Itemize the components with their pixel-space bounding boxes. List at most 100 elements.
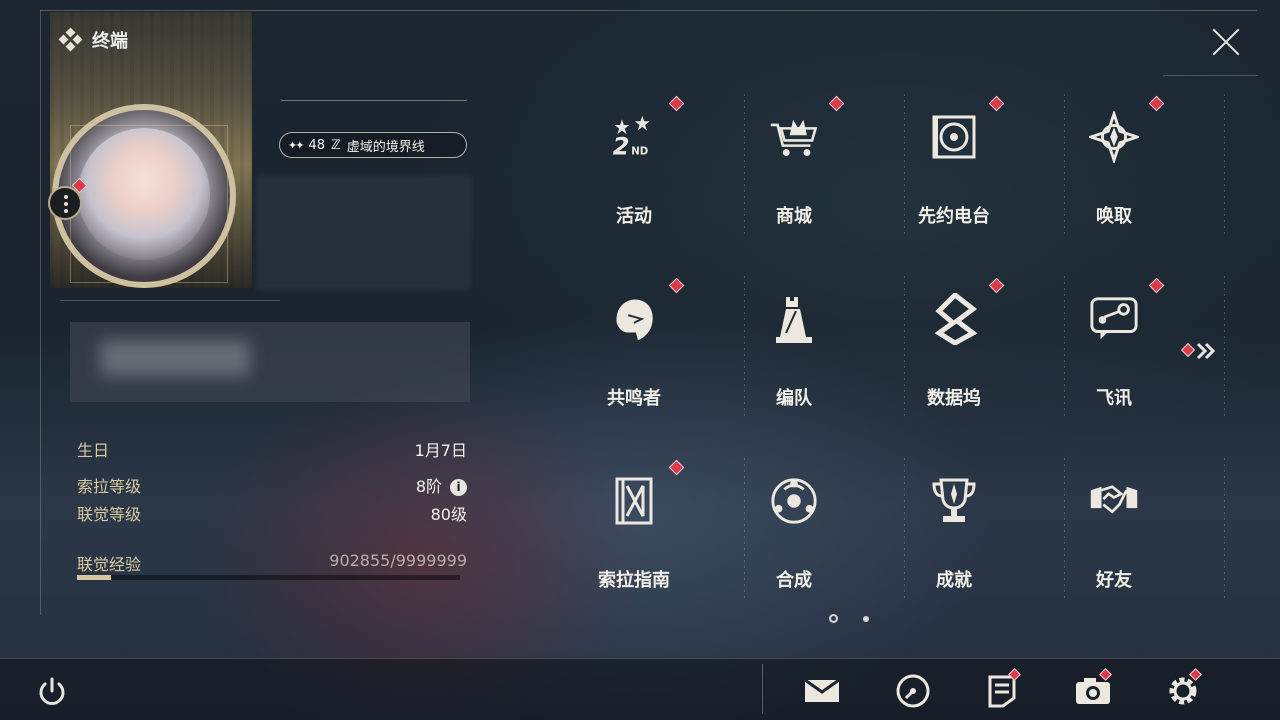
birthday-value: 1月7日 <box>414 441 467 460</box>
synthesis-icon <box>769 476 819 526</box>
menu-item-label: 合成 <box>776 570 812 591</box>
camera-icon[interactable] <box>1073 668 1113 710</box>
settings-gear-icon[interactable] <box>1163 668 1203 710</box>
menu-item-label: 编队 <box>776 388 812 409</box>
bottom-bar-separator <box>762 664 763 714</box>
close-icon[interactable] <box>1208 24 1244 60</box>
blurred-signature-area <box>70 322 470 402</box>
page-indicator <box>829 614 869 623</box>
convene-compass-icon <box>1089 111 1139 163</box>
union-level-row: 联觉等级 80级 <box>77 501 467 525</box>
more-options-button[interactable] <box>48 186 82 220</box>
alert-dot <box>668 459 685 476</box>
grid-divider <box>1064 458 1065 598</box>
double-chevron-right-icon <box>1196 342 1216 360</box>
grid-divider <box>904 276 905 416</box>
alert-dot <box>668 277 685 294</box>
menu-item-label: 索拉指南 <box>598 570 670 591</box>
alert-dot <box>988 95 1005 112</box>
notes-icon[interactable] <box>982 668 1022 710</box>
shop-crown-cart-icon <box>769 112 819 162</box>
union-level-value: 80级 <box>430 505 467 524</box>
menu-item-event-2nd[interactable]: 2 ND 活动 <box>554 92 714 274</box>
alert-dot <box>1148 95 1165 112</box>
team-chess-icon <box>769 294 819 344</box>
alert-dot <box>828 95 845 112</box>
frame-top-line <box>40 10 1257 11</box>
menu-item-radio[interactable]: 先约电台 <box>874 92 1034 274</box>
menu-grid: 2 ND 活动 商城 先约电台 唤取共鸣者 编队 数据坞 飞讯索拉指南 合成 成就 好友 <box>554 92 1225 612</box>
sparkle-icon: ✦✦ <box>288 138 305 152</box>
page-dot-1[interactable] <box>829 614 838 623</box>
event-2nd-icon: 2 ND <box>609 112 659 162</box>
radio-icon <box>929 112 979 162</box>
menu-item-shop-crown-cart[interactable]: 商城 <box>714 92 874 274</box>
sola-level-value: 8阶 <box>415 477 442 496</box>
menu-item-guide-book[interactable]: 索拉指南 <box>554 456 714 638</box>
menu-item-label: 数据坞 <box>927 388 981 409</box>
window-title: 终端 <box>58 27 128 53</box>
menu-item-convene-compass[interactable]: 唤取 <box>1034 92 1194 274</box>
menu-item-team-chess[interactable]: 编队 <box>714 274 874 456</box>
mail-icon[interactable] <box>802 672 842 710</box>
level-badge-value: 48 <box>308 137 325 153</box>
page-dot-2[interactable] <box>863 615 869 622</box>
sola-level-row: 索拉等级 8阶 i <box>77 473 467 497</box>
menu-item-message-bubble[interactable]: 飞讯 <box>1034 274 1194 456</box>
alert-dot <box>988 277 1005 294</box>
grid-divider <box>904 458 905 598</box>
grid-divider <box>744 94 745 234</box>
data-bank-icon <box>929 293 979 345</box>
union-exp-fill <box>77 575 112 580</box>
union-exp-label: 联觉经验 <box>77 555 142 574</box>
blurred-name-area <box>256 175 471 290</box>
menu-item-trophy[interactable]: 成就 <box>874 456 1034 638</box>
menu-item-resonator-head[interactable]: 共鸣者 <box>554 274 714 456</box>
power-icon[interactable] <box>34 674 70 710</box>
grid-divider <box>1064 94 1065 234</box>
terminal-diamond-icon <box>58 27 83 52</box>
trophy-icon <box>929 476 979 526</box>
frame-left-line <box>40 10 41 615</box>
grid-divider <box>744 458 745 598</box>
grid-divider <box>1224 276 1225 416</box>
menu-item-label: 飞讯 <box>1096 388 1132 409</box>
grid-divider <box>744 276 745 416</box>
sola-level-label: 索拉等级 <box>77 477 142 496</box>
menu-item-label: 先约电台 <box>918 206 990 227</box>
window-title-text: 终端 <box>92 31 128 52</box>
info-icon[interactable]: i <box>450 478 467 496</box>
title-badge-text: 虚域的境界线 <box>346 139 425 155</box>
svg-text:ND: ND <box>631 147 648 158</box>
next-page-button[interactable] <box>1180 340 1220 362</box>
grid-divider <box>1224 94 1225 234</box>
menu-item-label: 活动 <box>616 206 652 227</box>
birthday-row: 生日 1月7日 <box>77 437 467 461</box>
message-bubble-icon <box>1089 294 1139 344</box>
alert-dot <box>668 95 685 112</box>
union-exp-bar <box>77 575 460 580</box>
union-level-label: 联觉等级 <box>77 505 142 524</box>
guide-book-icon <box>609 476 659 526</box>
profile-divider <box>60 300 280 301</box>
menu-item-label: 成就 <box>936 570 972 591</box>
title-badge[interactable]: ✦✦ 48 ℤ 虚域的境界线 <box>279 132 467 158</box>
menu-item-label: 唤取 <box>1096 206 1132 227</box>
handshake-icon <box>1089 476 1139 526</box>
menu-item-data-bank[interactable]: 数据坞 <box>874 274 1034 456</box>
alert-dot <box>1148 277 1165 294</box>
birthday-label: 生日 <box>77 441 110 460</box>
union-exp-value: 902855/9999999 <box>329 551 467 570</box>
signature-divider <box>281 100 467 101</box>
avatar-frame <box>70 125 228 283</box>
frame-right-line <box>1163 75 1258 76</box>
menu-item-label: 好友 <box>1096 570 1132 591</box>
svg-text:2: 2 <box>613 133 630 161</box>
grid-divider <box>1064 276 1065 416</box>
grid-divider <box>1224 458 1225 598</box>
menu-item-synthesis[interactable]: 合成 <box>714 456 874 638</box>
menu-item-handshake[interactable]: 好友 <box>1034 456 1194 638</box>
union-exp-row: 联觉经验 902855/9999999 <box>77 551 467 575</box>
grid-divider <box>904 94 905 234</box>
clock-icon[interactable] <box>893 672 933 710</box>
